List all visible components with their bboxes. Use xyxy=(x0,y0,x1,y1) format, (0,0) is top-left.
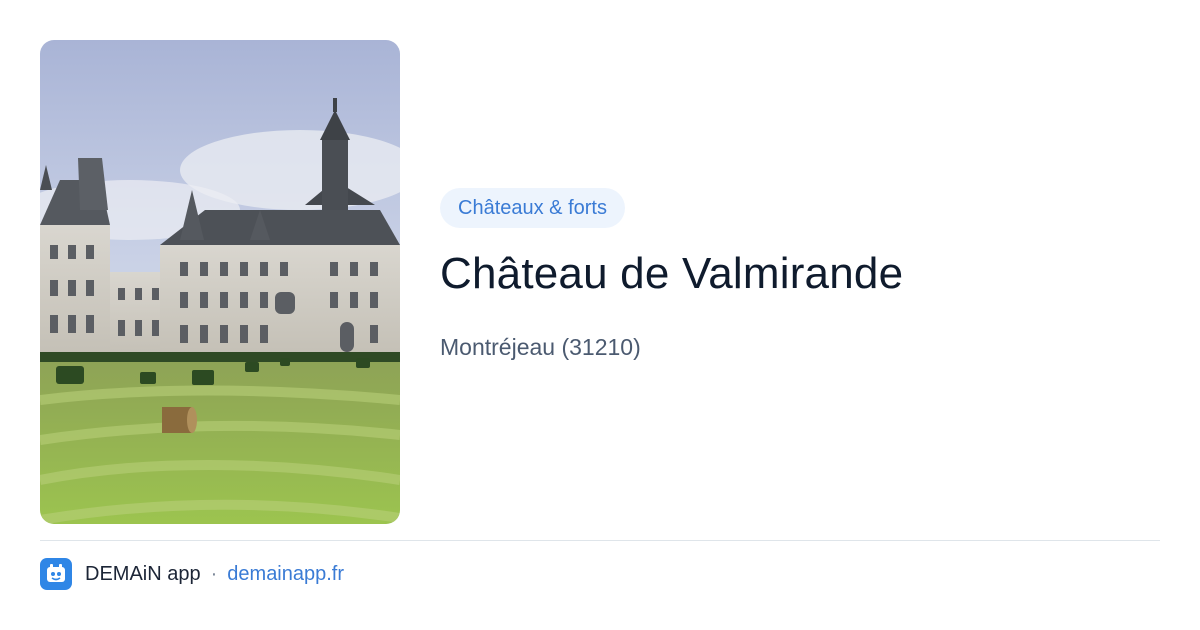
place-title: Château de Valmirande xyxy=(440,249,904,298)
footer: DEMAiN app · demainapp.fr xyxy=(40,558,344,590)
place-photo xyxy=(40,40,400,524)
share-card: Châteaux & forts Château de Valmirande M… xyxy=(0,0,1200,630)
divider xyxy=(40,540,1160,541)
demain-app-logo-icon xyxy=(40,558,72,590)
app-url-link[interactable]: demainapp.fr xyxy=(227,563,344,586)
footer-separator: · xyxy=(210,562,218,585)
category-badge[interactable]: Châteaux & forts xyxy=(440,188,625,228)
place-location: Montréjeau (31210) xyxy=(440,334,641,360)
app-name: DEMAiN app xyxy=(85,562,201,585)
place-info: Châteaux & forts Château de Valmirande M… xyxy=(440,188,1160,362)
